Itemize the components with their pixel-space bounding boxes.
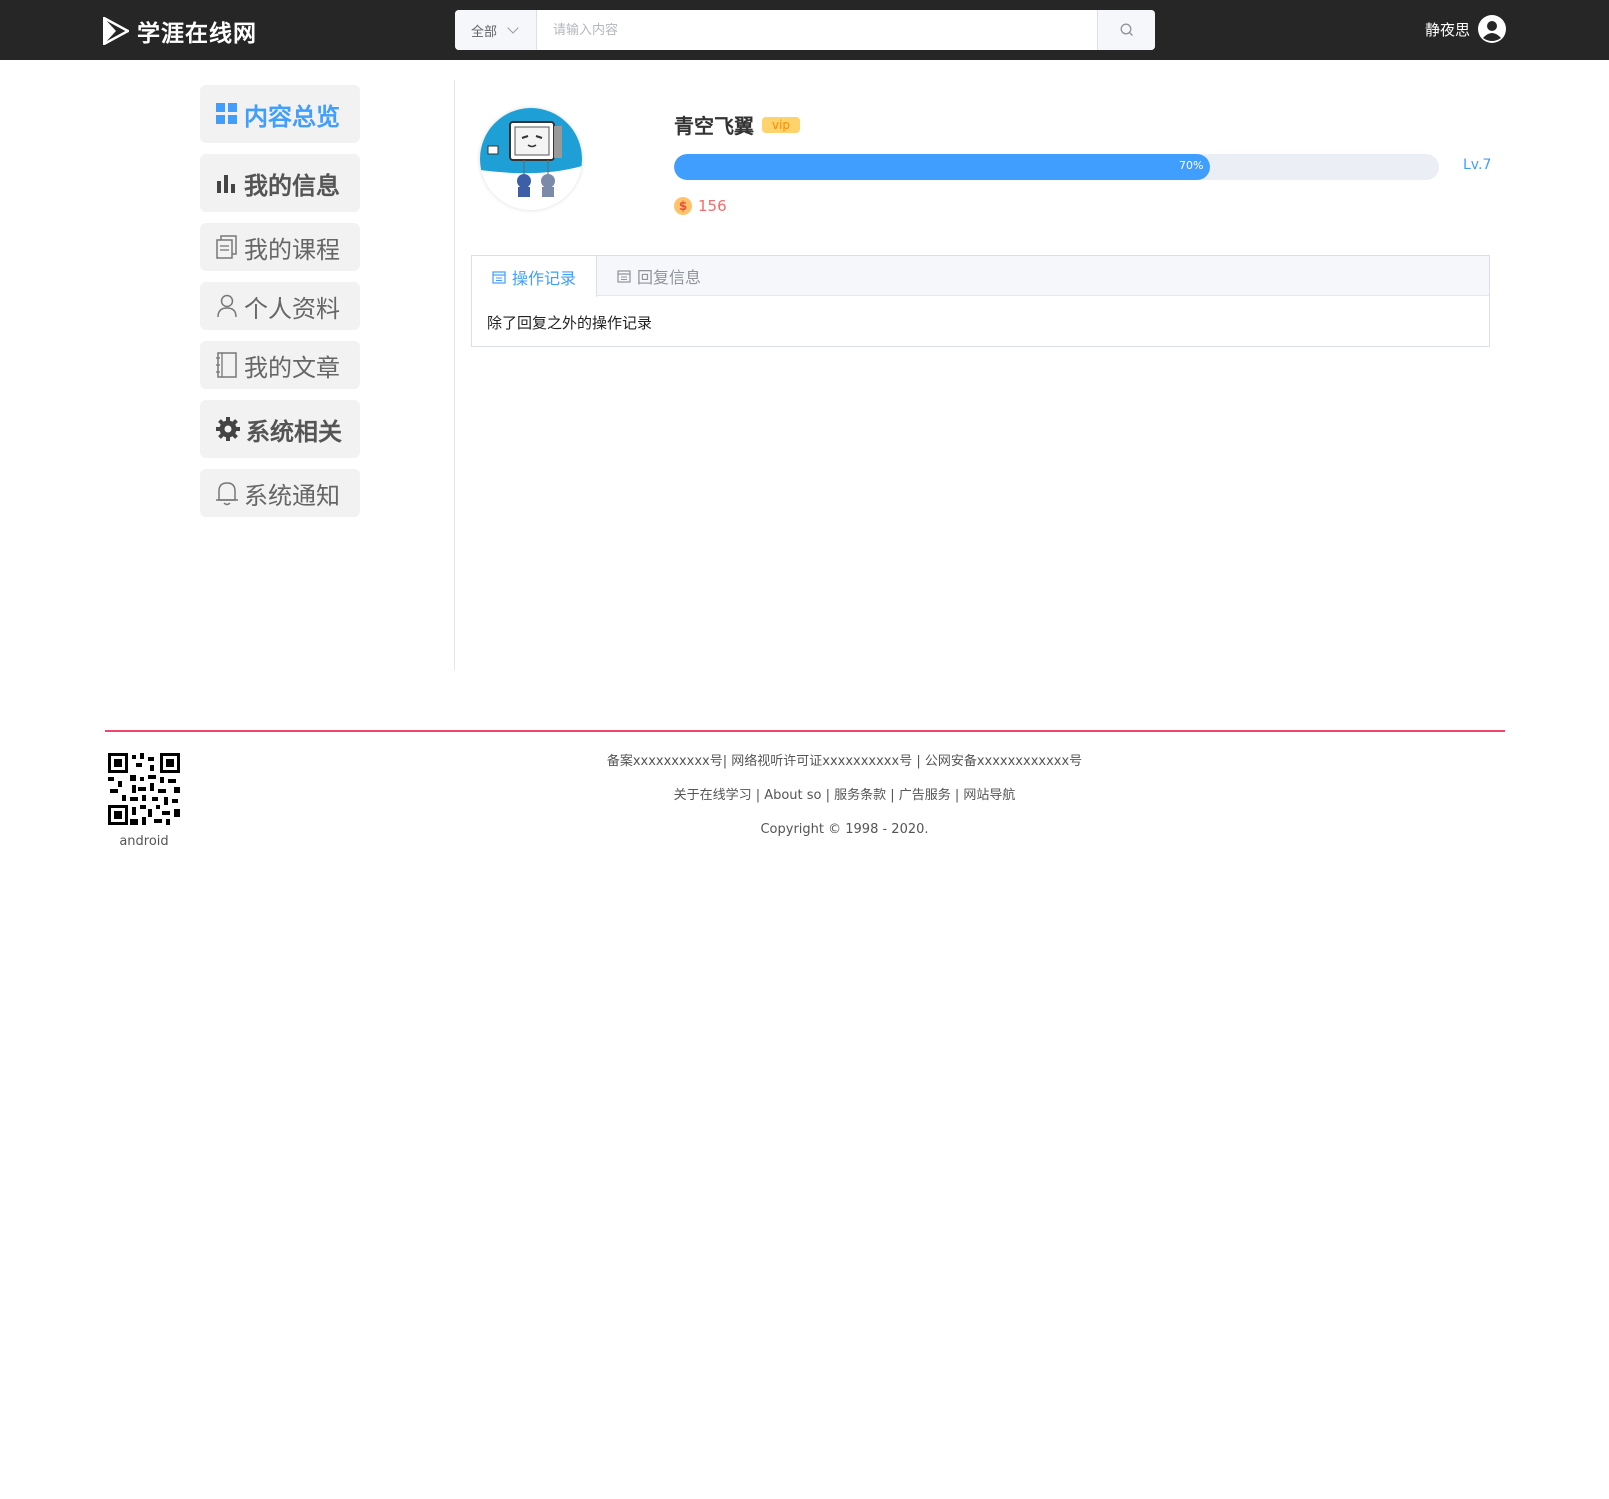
footer-divider [105, 730, 1505, 732]
footer-license-line: 备案xxxxxxxxxx号| 网络视听许可证xxxxxxxxxx号 | 公网安备… [606, 754, 1083, 769]
footer-text: 备案xxxxxxxxxx号| 网络视听许可证xxxxxxxxxx号 | 公网安备… [0, 752, 1609, 854]
site-name: 学涯在线网 [137, 21, 257, 47]
sidebar-item-overview[interactable]: 内容总览 [200, 85, 360, 143]
sidebar-item-label: 我的文章 [244, 353, 340, 382]
user-icon [217, 294, 237, 318]
progress-label: 70% [1179, 159, 1204, 172]
tab-content: 除了回复之外的操作记录 [487, 314, 653, 332]
play-logo-icon [103, 17, 129, 45]
footer-links-line[interactable]: 关于在线学习 | About so | 服务条款 | 广告服务 | 网站导航 [0, 786, 1609, 820]
chevron-down-icon [507, 21, 519, 34]
avatar-image [480, 108, 582, 210]
footer-copyright: Copyright © 1998 - 2020. [760, 822, 929, 837]
document-icon [216, 235, 237, 259]
search-category-value: 全部 [471, 24, 498, 40]
sidebar-item-profile[interactable]: 个人资料 [200, 282, 360, 330]
sidebar-item-my-info[interactable]: 我的信息 [200, 154, 360, 212]
profile-name: 青空飞翼 [674, 114, 754, 138]
gear-icon [216, 417, 240, 441]
calendar-icon [617, 270, 631, 283]
bar-chart-icon [217, 175, 235, 193]
sidebar-item-my-courses[interactable]: 我的课程 [200, 223, 360, 271]
sidebar-item-label: 系统通知 [244, 481, 340, 510]
calendar-icon [492, 270, 506, 284]
sidebar-item-label: 内容总览 [244, 102, 340, 131]
search-category-select[interactable]: 全部 [455, 10, 537, 50]
level-label: Lv.7 [1463, 157, 1492, 173]
content-divider [454, 80, 455, 670]
site-logo[interactable]: 学涯在线网 [103, 16, 257, 47]
user-avatar-icon [1478, 15, 1506, 43]
tab-reply-info[interactable]: 回复信息 [597, 256, 721, 296]
sidebar-item-my-articles[interactable]: 我的文章 [200, 341, 360, 389]
avatar[interactable] [480, 108, 582, 210]
search-button[interactable] [1097, 10, 1155, 50]
search-input[interactable] [537, 10, 1097, 50]
coin-count: 156 [698, 197, 727, 215]
sidebar: 内容总览 我的信息 我的课程 个人资料 我的文章 系统相关 系统通知 [200, 85, 360, 528]
search-bar: 全部 [455, 10, 1155, 50]
level-progress-bar: 70% [674, 154, 1439, 180]
sidebar-item-label: 我的课程 [244, 235, 340, 264]
tab-bar: 操作记录 回复信息 [472, 256, 1489, 297]
username: 静夜思 [1424, 20, 1470, 39]
progress-fill: 70% [674, 154, 1210, 180]
vip-badge: vip [762, 116, 801, 133]
sidebar-item-label: 系统相关 [246, 417, 342, 446]
tab-label: 回复信息 [637, 268, 702, 287]
bell-icon [216, 482, 238, 506]
profile-name-row: 青空飞翼 vip [674, 110, 801, 139]
sidebar-item-system[interactable]: 系统相关 [200, 400, 360, 458]
tab-label: 操作记录 [512, 268, 577, 288]
tab-operation-records[interactable]: 操作记录 [472, 256, 598, 297]
top-header: 学涯在线网 全部 静夜思 [0, 0, 1609, 60]
sidebar-item-label: 我的信息 [244, 171, 340, 200]
user-menu[interactable]: 静夜思 [1425, 15, 1506, 43]
notebook-icon [216, 352, 237, 378]
activity-tabs: 操作记录 回复信息 除了回复之外的操作记录 [471, 255, 1490, 347]
grid-icon [216, 103, 237, 124]
sidebar-item-label: 个人资料 [244, 294, 340, 323]
search-icon [1120, 23, 1133, 36]
coins-row: $ 156 [674, 197, 727, 215]
sidebar-item-notifications[interactable]: 系统通知 [200, 469, 360, 517]
coin-icon: $ [674, 197, 692, 215]
